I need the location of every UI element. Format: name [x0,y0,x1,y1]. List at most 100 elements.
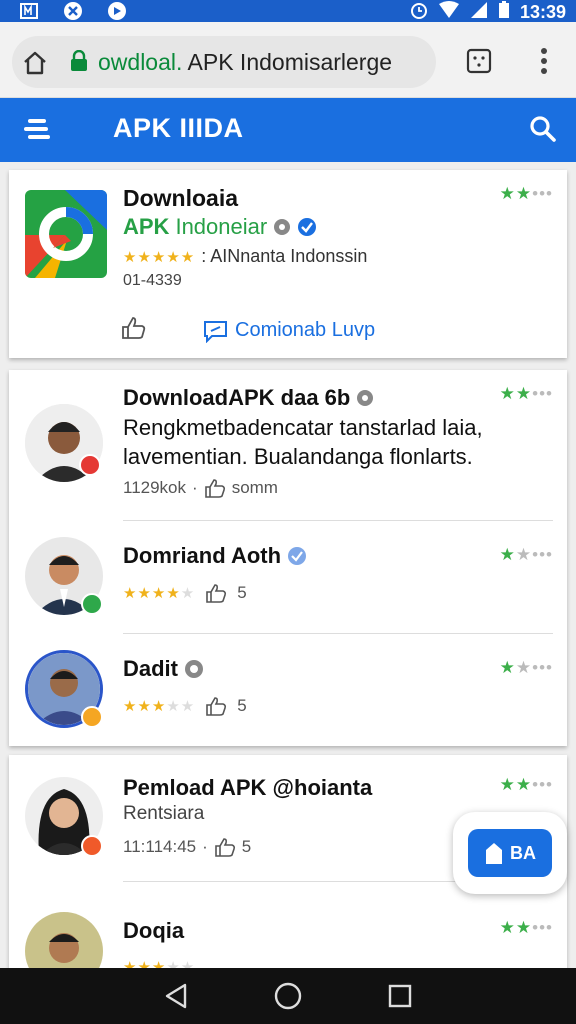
badge-icon [79,454,101,476]
search-button[interactable] [528,114,558,144]
menu-button[interactable] [24,116,54,144]
review-count: 11:114:45 [123,837,197,856]
thumbs-up-icon [206,697,227,716]
comment-button[interactable]: Comionab Luvp [203,319,375,343]
tabs-icon [466,48,492,74]
notification-icon [18,1,40,21]
rating-row: ★★★★★ : AINnanta Indonssin [123,246,367,267]
url-text: owdloal. APK Indomisarlerge [98,49,392,76]
corner-rating-icon: ★★••• [499,775,553,794]
review-title-text: DownloadAPK daa 6b [123,385,351,410]
apk-label: APK [123,214,170,239]
review-subtitle: Rentsiara [123,803,205,824]
review-title-text: Dadit [123,656,178,681]
shopping-bag-icon [486,843,502,864]
star-rating-icon: ★★★★★ [123,248,196,266]
verified-icon [298,218,317,236]
clock: 13:39 [519,2,566,22]
thumbs-up-icon [204,479,225,498]
recents-square-icon [388,984,412,1008]
alarm-icon [410,1,428,24]
star-rating-icon: ★★★★★ [123,585,196,602]
info-icon [274,219,291,235]
wifi-icon [438,1,460,24]
url-bar[interactable]: owdloal. APK Indomisarlerge [12,36,436,88]
review-title: Pemload APK @hoianta [123,775,373,800]
review-meta: 11:114:45 · 5 [123,837,252,857]
info-icon [357,390,374,406]
battery-icon [498,1,510,24]
back-button[interactable] [159,979,193,1013]
list-item[interactable]: DownloadAPK daa 6b Rengkmetbadencatar ta… [9,370,567,520]
review-meta: 1129kok · somm [123,478,278,498]
developer-name: Indoneiar [175,214,268,239]
like-count: 5 [237,583,247,602]
floating-action-button[interactable]: BA [453,812,567,894]
review-title: Doqia [123,918,185,943]
overflow-menu-button[interactable] [530,42,558,80]
avatar [25,912,103,970]
fab-inner[interactable]: BA [468,829,552,877]
home-nav-button[interactable] [271,979,305,1013]
download-count: 01-4339 [123,272,182,289]
star-rating-icon: ★★★★★ [123,698,196,715]
home-circle-icon [274,982,302,1010]
like-count: 5 [237,696,247,715]
system-nav-bar [0,968,576,1024]
more-vertical-icon [541,48,547,74]
review-body-line-2: lavementian. Bualandanga flonlarts. [123,444,473,469]
thumbs-up-icon [122,317,146,339]
close-circle-icon [62,1,84,21]
like-button[interactable] [121,316,147,345]
reviews-card: DownloadAPK daa 6b Rengkmetbadencatar ta… [9,370,567,746]
comment-icon [204,320,227,343]
lock-icon [70,49,88,77]
review-body-line-1: Rengkmetbadencatar tanstarlad laia, [123,415,483,440]
review-body: Rengkmetbadencatar tanstarlad laia, lave… [123,413,523,471]
review-rating: ★★★★★ 5 [123,696,247,716]
corner-rating-icon: ★★••• [499,545,553,564]
hamburger-icon [24,119,50,139]
list-item[interactable]: Dadit ★★★★★ 5 ★★••• [9,634,567,746]
browser-toolbar: owdloal. APK Indomisarlerge [0,22,576,98]
corner-rating-icon: ★★••• [499,384,553,403]
review-title: Dadit [123,656,204,682]
app-notification-icon [106,1,128,21]
like-count: 5 [241,837,252,856]
badge-icon [81,593,103,615]
app-title: APK IIIDA [113,113,244,143]
recents-button[interactable] [383,979,417,1013]
review-meta-label: somm [231,478,278,497]
rating-text: : AINnanta Indonssin [201,246,368,266]
verified-icon [288,547,307,565]
fab-label: BA [510,842,536,863]
info-icon [185,660,203,678]
corner-rating-icon: ★★••• [499,658,553,677]
app-header: APK IIIDA [0,98,576,162]
status-bar: 13:39 [0,0,576,22]
corner-rating-icon: ★★••• [499,184,553,203]
review-title: DownloadAPK daa 6b [123,385,374,411]
badge-icon [81,835,103,857]
thumbs-up-icon [214,838,235,857]
signal-icon [470,1,488,24]
search-icon [530,116,556,142]
list-item[interactable]: Domriand Aoth ★★★★★ 5 ★★••• [9,521,567,633]
comment-label: Comionab Luvp [235,319,376,341]
url-domain: owdloal. [98,49,183,75]
review-rating: ★★★★★ 5 [123,583,247,603]
featured-app-card[interactable]: Downloaia APK Indoneiar ★★★★★ : AINnanta… [9,170,567,358]
tabs-button[interactable] [462,44,496,78]
app-logo [25,190,107,278]
url-path: APK Indomisarlerge [182,49,393,75]
home-icon [24,51,46,75]
home-button[interactable] [16,44,54,82]
app-name: Downloaia [123,185,239,211]
review-count: 1129kok [123,478,187,497]
badge-icon [81,706,103,728]
developer-line: APK Indoneiar [123,214,317,240]
back-triangle-icon [165,983,187,1009]
corner-rating-icon: ★★••• [499,918,553,937]
thumbs-up-icon [206,584,227,603]
list-item[interactable]: Doqia ★★★★★ ★★••• [9,882,567,970]
